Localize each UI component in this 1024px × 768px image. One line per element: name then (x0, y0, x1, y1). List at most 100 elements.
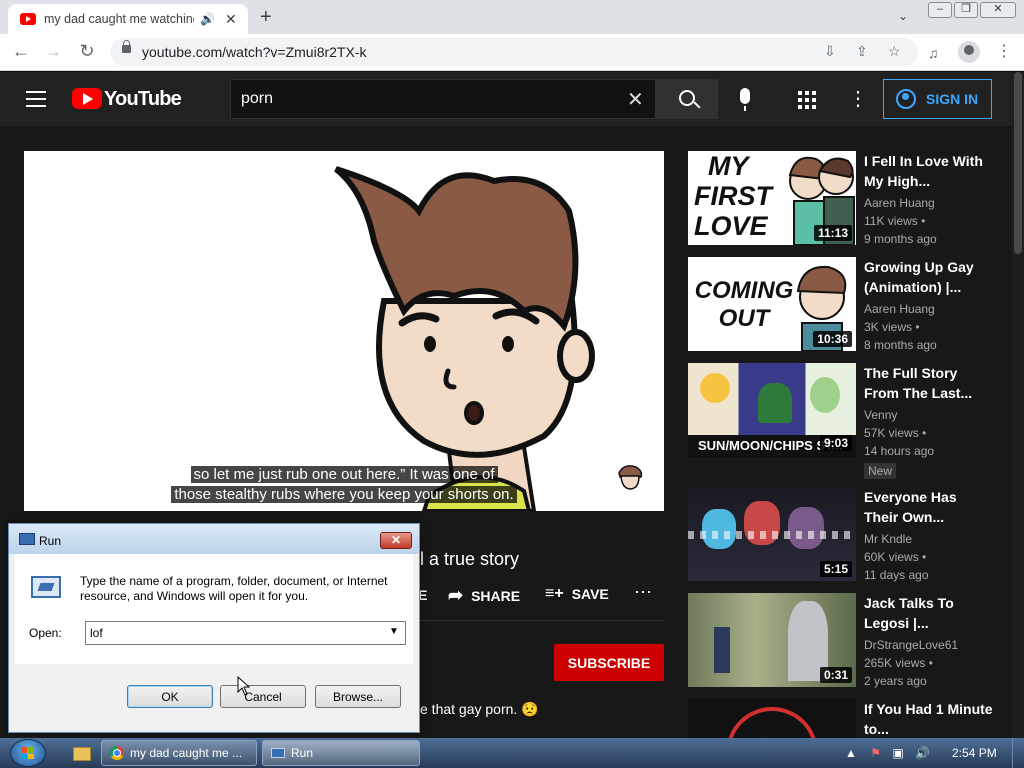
thumbnail-art (702, 509, 736, 549)
recommendation-item[interactable]: 5:15 Everyone Has Their Own... Mr Kndle … (688, 487, 1008, 583)
browser-menu-icon[interactable]: ⋮ (996, 41, 1012, 61)
chrome-icon (110, 746, 124, 760)
network-icon[interactable]: ▣ (892, 746, 903, 760)
recommendation-item[interactable]: COMING OUT 10:36 Growing Up Gay (Animati… (688, 257, 1008, 353)
install-icon[interactable]: ⇩ (824, 43, 836, 60)
thumbnail-art (758, 383, 792, 423)
thumbnail-art (726, 707, 818, 738)
share-icon[interactable]: ⇪ (856, 43, 868, 60)
video-title-link[interactable]: Growing Up Gay (Animation) |... (864, 257, 994, 297)
taskbar-item-run[interactable]: Run (262, 740, 420, 766)
close-tab-icon[interactable]: ✕ (225, 11, 237, 28)
new-tab-button[interactable]: + (260, 6, 272, 29)
cancel-button[interactable]: Cancel (220, 685, 306, 708)
volume-icon[interactable]: 🔊 (915, 746, 930, 760)
channel-name[interactable]: Mr Kndle (864, 532, 912, 546)
search-input[interactable] (241, 88, 611, 110)
hamburger-menu-icon[interactable] (26, 91, 46, 107)
speaker-icon[interactable]: 🔊 (200, 12, 215, 26)
show-desktop-button[interactable] (1012, 738, 1024, 768)
dropdown-arrow-icon[interactable]: ▼ (389, 626, 399, 637)
browser-tab[interactable]: my dad caught me watching gay porn 🔊 ✕ (8, 4, 248, 34)
taskbar-item-chrome[interactable]: my dad caught me ... (101, 740, 257, 766)
clear-search-icon[interactable]: ✕ (627, 87, 644, 112)
media-control-icon[interactable]: ♫ (928, 45, 939, 61)
run-titlebar[interactable]: Run ✕ (9, 524, 419, 554)
video-title-link[interactable]: If You Had 1 Minute to... (864, 699, 994, 738)
url-text[interactable]: youtube.com/watch?v=Zmui8r2TX-k (142, 44, 366, 60)
youtube-favicon-icon (20, 13, 36, 25)
action-center-flag-icon[interactable]: ⚑ (870, 746, 881, 760)
close-window-button[interactable]: ✕ (980, 2, 1016, 18)
page-scrollbar[interactable] (1012, 72, 1024, 738)
video-thumbnail[interactable]: SUN/MOON/CHIPS ST... 9:03 (688, 363, 856, 457)
upload-age: 14 hours ago (864, 444, 935, 458)
thumbnail-text: MY (708, 151, 749, 181)
video-player[interactable]: so let me just rub one out here.” It was… (24, 151, 664, 511)
bookmark-star-icon[interactable]: ☆ (888, 43, 901, 60)
video-title-link[interactable]: The Full Story From The Last... (864, 363, 994, 403)
upload-age: 11 days ago (864, 568, 929, 582)
lock-icon[interactable] (122, 40, 131, 53)
sign-in-label: SIGN IN (926, 91, 979, 107)
youtube-wordmark[interactable]: YouTube (104, 88, 182, 111)
scrollbar-thumb[interactable] (1014, 72, 1022, 254)
recommendation-item[interactable]: If You Had 1 Minute to... (688, 699, 1008, 738)
profile-avatar-icon[interactable] (958, 41, 980, 63)
microphone-icon[interactable] (740, 88, 750, 111)
restore-button[interactable]: ❐ (954, 2, 978, 18)
open-input[interactable] (90, 625, 380, 641)
search-button[interactable] (656, 79, 718, 119)
video-duration: 11:13 (813, 225, 852, 241)
run-description: Type the name of a program, folder, docu… (80, 574, 388, 603)
video-title-link[interactable]: Everyone Has Their Own... (864, 487, 994, 527)
open-combobox[interactable]: ▼ (85, 621, 406, 645)
show-hidden-icons-icon[interactable]: ▲ (845, 746, 857, 760)
sign-in-button[interactable]: SIGN IN (883, 79, 992, 119)
taskbar-item-label: Run (291, 746, 314, 760)
recommendation-item[interactable]: 0:31 Jack Talks To Legosi |... DrStrange… (688, 593, 1008, 689)
settings-more-icon[interactable]: ⋮ (848, 86, 868, 111)
channel-name[interactable]: Aaren Huang (864, 302, 935, 316)
more-actions-icon[interactable]: ⋯ (634, 582, 652, 603)
video-thumbnail[interactable] (688, 699, 856, 738)
youtube-logo-icon[interactable] (72, 88, 102, 109)
tab-search-chevron-icon[interactable]: ⌄ (898, 9, 908, 23)
search-box: ✕ (230, 79, 656, 119)
system-tray: ▲ ⚑ ▣ 🔊 (845, 746, 930, 760)
recommendation-item[interactable]: SUN/MOON/CHIPS ST... 9:03 The Full Story… (688, 363, 1008, 483)
ok-button[interactable]: OK (127, 685, 213, 708)
explorer-folder-icon[interactable] (66, 742, 96, 764)
upload-age: 2 years ago (864, 674, 927, 688)
view-count: 57K views • (864, 426, 927, 440)
system-clock[interactable]: 2:54 PM (952, 746, 997, 760)
video-thumbnail[interactable]: 0:31 (688, 593, 856, 687)
caption-line: so let me just rub one out here.” It was… (190, 466, 498, 483)
view-count: 60K views • (864, 550, 927, 564)
share-arrow-icon: ➦ (448, 585, 464, 605)
run-dialog: Run ✕ Type the name of a program, folder… (8, 523, 420, 733)
start-button[interactable] (10, 739, 46, 767)
share-button[interactable]: ➦ SHARE (448, 585, 520, 606)
channel-name[interactable]: DrStrangeLove61 (864, 638, 958, 652)
video-thumbnail[interactable]: COMING OUT 10:36 (688, 257, 856, 351)
subscribe-button[interactable]: SUBSCRIBE (554, 644, 664, 681)
address-bar[interactable]: youtube.com/watch?v=Zmui8r2TX-k ⇩ ⇪ ☆ (110, 38, 918, 66)
video-thumbnail[interactable]: 5:15 (688, 487, 856, 581)
browse-button[interactable]: Browse... (315, 685, 401, 708)
video-thumbnail[interactable]: MY FIRST LOVE 11:13 (688, 151, 856, 245)
channel-name[interactable]: Venny (864, 408, 897, 422)
video-title-link[interactable]: I Fell In Love With My High... (864, 151, 994, 191)
channel-name[interactable]: Aaren Huang (864, 196, 935, 210)
forward-arrow-icon[interactable]: → (42, 41, 64, 62)
back-arrow-icon[interactable]: ← (10, 41, 32, 62)
reload-icon[interactable]: ↻ (76, 41, 98, 62)
recommendation-item[interactable]: MY FIRST LOVE 11:13 I Fell In Love With … (688, 151, 1008, 247)
save-button[interactable]: ≡+ SAVE (545, 585, 609, 603)
new-badge: New (864, 463, 897, 479)
apps-grid-icon[interactable] (798, 91, 816, 109)
minimize-button[interactable]: – (928, 2, 952, 18)
thumbnail-art (810, 377, 840, 413)
video-title-link[interactable]: Jack Talks To Legosi |... (864, 593, 994, 633)
close-icon[interactable]: ✕ (380, 532, 412, 549)
